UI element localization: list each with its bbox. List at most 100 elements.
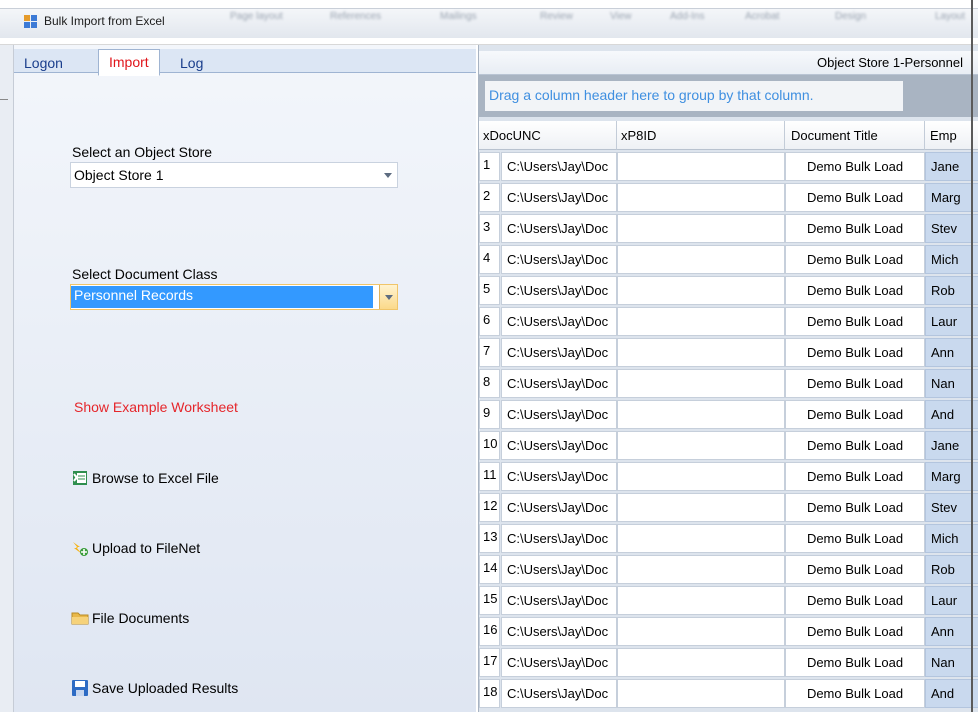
cell-xp8id[interactable] (617, 400, 785, 429)
table-row[interactable]: 15 C:\Users\Jay\Doc Demo Bulk Load Laur (479, 584, 978, 615)
cell-document-title[interactable]: Demo Bulk Load (785, 183, 925, 212)
table-row[interactable]: 17 C:\Users\Jay\Doc Demo Bulk Load Nan (479, 646, 978, 677)
cell-xdocunc[interactable]: C:\Users\Jay\Doc (501, 152, 617, 181)
cell-document-title[interactable]: Demo Bulk Load (785, 338, 925, 367)
upload-filenet-button[interactable]: Upload to FileNet (71, 539, 200, 557)
table-row[interactable]: 6 C:\Users\Jay\Doc Demo Bulk Load Laur (479, 305, 978, 336)
row-number[interactable]: 15 (479, 586, 500, 615)
object-store-select[interactable]: Object Store 1 (70, 162, 398, 188)
column-header-document-title[interactable]: Document Title (785, 121, 925, 150)
table-row[interactable]: 1 C:\Users\Jay\Doc Demo Bulk Load Jane (479, 150, 978, 181)
cell-xdocunc[interactable]: C:\Users\Jay\Doc (501, 617, 617, 646)
table-row[interactable]: 10 C:\Users\Jay\Doc Demo Bulk Load Jane (479, 429, 978, 460)
table-row[interactable]: 7 C:\Users\Jay\Doc Demo Bulk Load Ann (479, 336, 978, 367)
cell-document-title[interactable]: Demo Bulk Load (785, 400, 925, 429)
cell-xp8id[interactable] (617, 431, 785, 460)
cell-document-title[interactable]: Demo Bulk Load (785, 648, 925, 677)
table-row[interactable]: 12 C:\Users\Jay\Doc Demo Bulk Load Stev (479, 491, 978, 522)
row-number[interactable]: 6 (479, 307, 500, 336)
cell-xp8id[interactable] (617, 369, 785, 398)
cell-xp8id[interactable] (617, 555, 785, 584)
cell-xdocunc[interactable]: C:\Users\Jay\Doc (501, 586, 617, 615)
cell-document-title[interactable]: Demo Bulk Load (785, 245, 925, 274)
cell-xdocunc[interactable]: C:\Users\Jay\Doc (501, 679, 617, 708)
cell-xdocunc[interactable]: C:\Users\Jay\Doc (501, 462, 617, 491)
cell-document-title[interactable]: Demo Bulk Load (785, 369, 925, 398)
table-row[interactable]: 18 C:\Users\Jay\Doc Demo Bulk Load And (479, 677, 978, 708)
cell-document-title[interactable]: Demo Bulk Load (785, 462, 925, 491)
row-number[interactable]: 2 (479, 183, 500, 212)
cell-document-title[interactable]: Demo Bulk Load (785, 307, 925, 336)
row-number[interactable]: 7 (479, 338, 500, 367)
table-row[interactable]: 16 C:\Users\Jay\Doc Demo Bulk Load Ann (479, 615, 978, 646)
table-row[interactable]: 11 C:\Users\Jay\Doc Demo Bulk Load Marg (479, 460, 978, 491)
cell-document-title[interactable]: Demo Bulk Load (785, 152, 925, 181)
show-example-worksheet-link[interactable]: Show Example Worksheet (74, 399, 238, 415)
cell-document-title[interactable]: Demo Bulk Load (785, 276, 925, 305)
cell-xdocunc[interactable]: C:\Users\Jay\Doc (501, 276, 617, 305)
tab-import[interactable]: Import (98, 49, 160, 76)
cell-xdocunc[interactable]: C:\Users\Jay\Doc (501, 338, 617, 367)
cell-xdocunc[interactable]: C:\Users\Jay\Doc (501, 555, 617, 584)
cell-document-title[interactable]: Demo Bulk Load (785, 586, 925, 615)
row-number[interactable]: 11 (479, 462, 500, 491)
group-by-area[interactable]: Drag a column header here to group by th… (479, 75, 978, 117)
table-row[interactable]: 8 C:\Users\Jay\Doc Demo Bulk Load Nan (479, 367, 978, 398)
table-row[interactable]: 13 C:\Users\Jay\Doc Demo Bulk Load Mich (479, 522, 978, 553)
file-documents-button[interactable]: File Documents (71, 609, 189, 627)
tab-logon[interactable]: Logon (14, 51, 73, 75)
column-header-xdocunc[interactable]: xDocUNC (479, 121, 617, 150)
cell-document-title[interactable]: Demo Bulk Load (785, 493, 925, 522)
row-number[interactable]: 17 (479, 648, 500, 677)
cell-xdocunc[interactable]: C:\Users\Jay\Doc (501, 245, 617, 274)
chevron-down-icon[interactable] (379, 285, 397, 309)
cell-xdocunc[interactable]: C:\Users\Jay\Doc (501, 648, 617, 677)
cell-xp8id[interactable] (617, 152, 785, 181)
row-number[interactable]: 1 (479, 152, 500, 181)
row-number[interactable]: 5 (479, 276, 500, 305)
cell-xp8id[interactable] (617, 245, 785, 274)
row-number[interactable]: 8 (479, 369, 500, 398)
row-number[interactable]: 9 (479, 400, 500, 429)
table-row[interactable]: 3 C:\Users\Jay\Doc Demo Bulk Load Stev (479, 212, 978, 243)
cell-xdocunc[interactable]: C:\Users\Jay\Doc (501, 400, 617, 429)
cell-xp8id[interactable] (617, 276, 785, 305)
cell-xp8id[interactable] (617, 462, 785, 491)
cell-xdocunc[interactable]: C:\Users\Jay\Doc (501, 493, 617, 522)
cell-xp8id[interactable] (617, 648, 785, 677)
cell-xp8id[interactable] (617, 679, 785, 708)
row-number[interactable]: 13 (479, 524, 500, 553)
cell-xp8id[interactable] (617, 183, 785, 212)
cell-xp8id[interactable] (617, 307, 785, 336)
cell-document-title[interactable]: Demo Bulk Load (785, 214, 925, 243)
row-number[interactable]: 3 (479, 214, 500, 243)
cell-document-title[interactable]: Demo Bulk Load (785, 617, 925, 646)
row-number[interactable]: 18 (479, 679, 500, 708)
cell-xdocunc[interactable]: C:\Users\Jay\Doc (501, 431, 617, 460)
row-number[interactable]: 10 (479, 431, 500, 460)
cell-xp8id[interactable] (617, 338, 785, 367)
table-row[interactable]: 2 C:\Users\Jay\Doc Demo Bulk Load Marg (479, 181, 978, 212)
save-uploaded-results-button[interactable]: Save Uploaded Results (71, 679, 238, 697)
row-number[interactable]: 12 (479, 493, 500, 522)
cell-document-title[interactable]: Demo Bulk Load (785, 524, 925, 553)
row-number[interactable]: 4 (479, 245, 500, 274)
cell-xp8id[interactable] (617, 586, 785, 615)
column-header-xp8id[interactable]: xP8ID (617, 121, 785, 150)
cell-xp8id[interactable] (617, 617, 785, 646)
table-row[interactable]: 4 C:\Users\Jay\Doc Demo Bulk Load Mich (479, 243, 978, 274)
cell-xp8id[interactable] (617, 524, 785, 553)
cell-xp8id[interactable] (617, 493, 785, 522)
cell-xdocunc[interactable]: C:\Users\Jay\Doc (501, 183, 617, 212)
chevron-down-icon[interactable] (379, 163, 397, 187)
cell-xp8id[interactable] (617, 214, 785, 243)
table-row[interactable]: 5 C:\Users\Jay\Doc Demo Bulk Load Rob (479, 274, 978, 305)
cell-document-title[interactable]: Demo Bulk Load (785, 555, 925, 584)
cell-document-title[interactable]: Demo Bulk Load (785, 679, 925, 708)
row-number[interactable]: 16 (479, 617, 500, 646)
tab-log[interactable]: Log (170, 51, 213, 75)
cell-xdocunc[interactable]: C:\Users\Jay\Doc (501, 214, 617, 243)
cell-xdocunc[interactable]: C:\Users\Jay\Doc (501, 307, 617, 336)
table-row[interactable]: 14 C:\Users\Jay\Doc Demo Bulk Load Rob (479, 553, 978, 584)
cell-document-title[interactable]: Demo Bulk Load (785, 431, 925, 460)
